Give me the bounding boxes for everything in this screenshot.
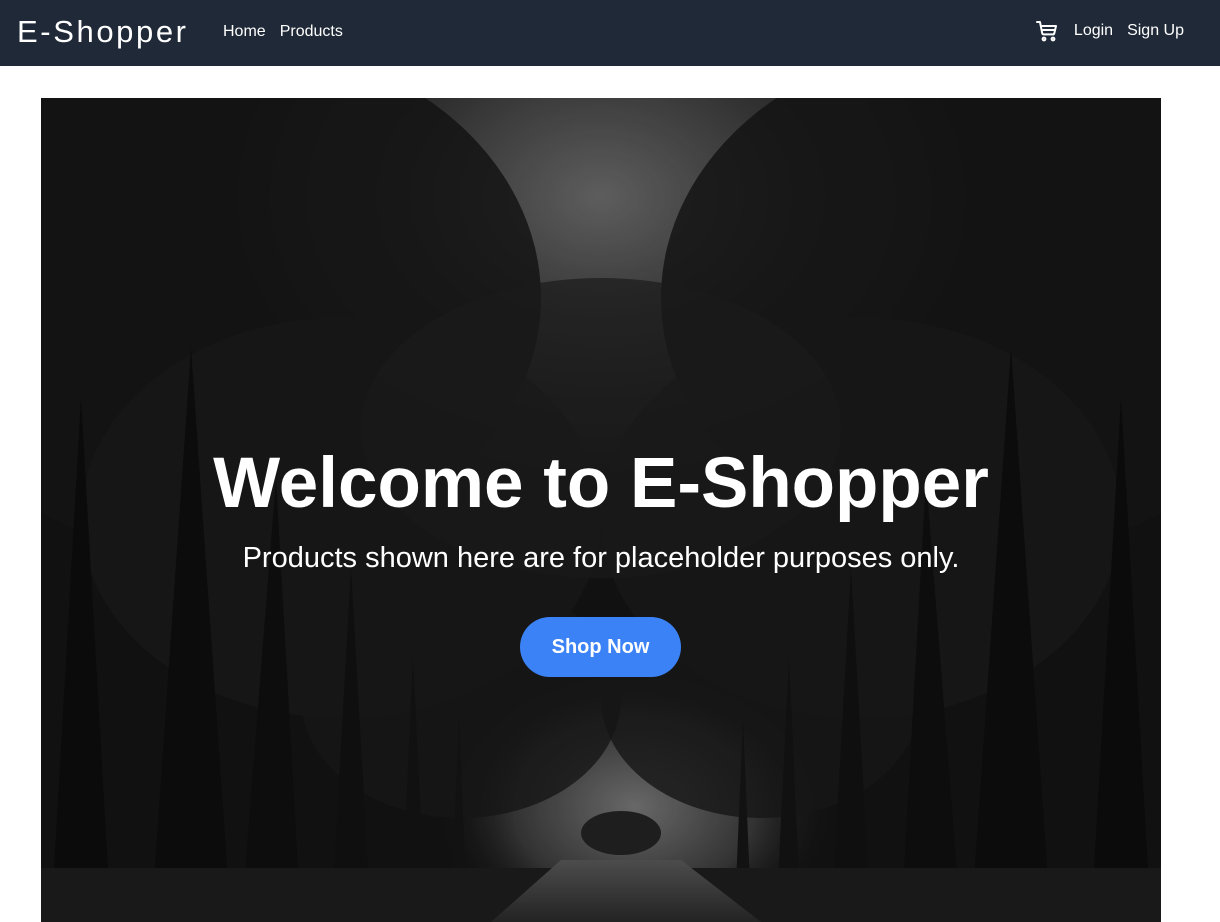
cart-icon[interactable] xyxy=(1035,19,1059,43)
signup-link[interactable]: Sign Up xyxy=(1127,20,1184,42)
brand-logo[interactable]: E-Shopper xyxy=(17,12,189,52)
nav-home-link[interactable]: Home xyxy=(223,21,266,43)
primary-nav: Home Products xyxy=(223,21,343,43)
shop-now-button[interactable]: Shop Now xyxy=(520,617,681,677)
nav-actions: Login Sign Up xyxy=(1035,19,1184,43)
hero-title: Welcome to E-Shopper xyxy=(213,444,989,523)
top-navbar: E-Shopper Home Products Login Sign Up xyxy=(0,0,1220,66)
hero-banner: Welcome to E-Shopper Products shown here… xyxy=(41,98,1161,922)
nav-products-link[interactable]: Products xyxy=(280,21,343,43)
hero-subtitle: Products shown here are for placeholder … xyxy=(242,542,960,574)
login-link[interactable]: Login xyxy=(1074,20,1113,42)
